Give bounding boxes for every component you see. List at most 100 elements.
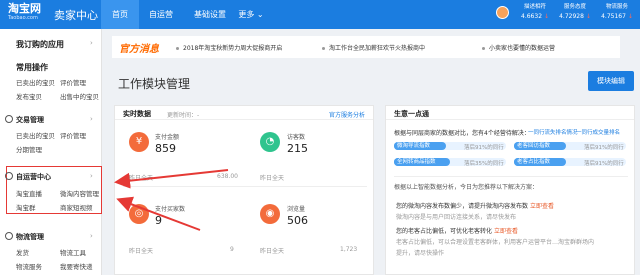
metric-value[interactable]: 859 bbox=[155, 142, 176, 155]
stat-desc-match[interactable]: 描述相符 4.6632 ↓ bbox=[517, 3, 553, 21]
metric-label: 支付买家数 bbox=[155, 206, 186, 213]
logistics-icon bbox=[5, 232, 13, 240]
edit-modules-button[interactable]: 模块编辑 bbox=[588, 71, 634, 91]
notice-label: 官方消息 bbox=[119, 44, 159, 55]
metric-foot-value: 1,723 bbox=[340, 246, 358, 253]
self-ops-title[interactable]: 自运营中心 bbox=[16, 172, 51, 182]
chevron-right-icon[interactable]: › bbox=[90, 39, 93, 47]
sidebar-link-express[interactable]: 我要寄快递 bbox=[60, 261, 93, 271]
sidebar-link-live[interactable]: 淘宝直播 bbox=[16, 188, 42, 198]
top-navbar: 淘宝网 Taobao.com 卖家中心 首页 自运营 基础设置 更多 ⌄ 描述相… bbox=[0, 0, 640, 29]
advice-item: 您的老客占比偏低，可优化老客转化 立即查看 bbox=[396, 228, 518, 235]
metric-foot-label: 昨日全天 bbox=[129, 248, 154, 255]
metric-foot-value: 9 bbox=[230, 246, 234, 253]
pageviews-icon: ◉ bbox=[260, 204, 280, 224]
view-now-link[interactable]: 立即查看 bbox=[494, 228, 518, 235]
sidebar-link-trade-reviews[interactable]: 评价管理 bbox=[60, 130, 86, 140]
realtime-title: 实时数据 bbox=[123, 110, 151, 118]
stat-value: 4.6632 bbox=[521, 13, 543, 20]
shengyi-card: 生意一点通 根据与同层商家的数据对比，您有4个经营待解决： 一同行流失排名情况 … bbox=[385, 105, 635, 275]
main-content: 官方消息 2018年淘宝秋新势力周大促报商开启 淘工作台全民加薪狂欢节火热报商中… bbox=[102, 29, 640, 275]
news-item[interactable]: 小卖家也要懂的数据运营 bbox=[482, 43, 555, 52]
metric-label: 访客数 bbox=[287, 134, 306, 141]
sidebar-link-short-video[interactable]: 商家短视频 bbox=[60, 202, 93, 212]
stat-value: 4.72928 bbox=[559, 13, 584, 20]
stat-service[interactable]: 服务态度 4.72928 ↓ bbox=[557, 3, 593, 21]
chevron-right-icon[interactable]: › bbox=[90, 232, 93, 240]
avatar[interactable] bbox=[496, 6, 509, 19]
pill-label[interactable]: 老客占比指数 bbox=[514, 158, 566, 166]
seller-center-title: 卖家中心 bbox=[54, 9, 98, 22]
metric-value[interactable]: 506 bbox=[287, 214, 308, 227]
smart-recommend: 根据以上智能数据分析，今日为您推荐以下解决方案： bbox=[394, 184, 539, 191]
nav-more[interactable]: 更多 ⌄ bbox=[236, 0, 266, 29]
pill-label[interactable]: 全网转商品指数 bbox=[394, 158, 446, 166]
pill-note: 落后91%的同行 bbox=[464, 145, 504, 151]
metric-foot-label: 昨日全天 bbox=[260, 175, 285, 182]
pill-label[interactable]: 微淘导流指数 bbox=[394, 142, 446, 150]
sidebar-link-installment[interactable]: 分期管理 bbox=[16, 144, 42, 154]
chevron-right-icon[interactable]: › bbox=[90, 172, 93, 180]
advice-detail: 老客占比偏低，可以合理设置老客群体，利用客户运营平台…淘宝群群场内 bbox=[396, 239, 595, 246]
nav-basic-settings[interactable]: 基础设置 bbox=[184, 0, 236, 29]
common-ops-title: 常用操作 bbox=[16, 63, 48, 72]
view-now-link[interactable]: 立即查看 bbox=[530, 203, 554, 210]
news-item[interactable]: 淘工作台全民加薪狂欢节火热报商中 bbox=[322, 43, 425, 52]
stat-label: 描述相符 bbox=[523, 4, 546, 10]
visitors-icon: ◔ bbox=[260, 132, 280, 152]
page-title: 工作模块管理 bbox=[118, 77, 191, 91]
logo-domain: Taobao.com bbox=[8, 15, 38, 21]
self-ops-icon bbox=[5, 172, 13, 180]
realtime-data-card: 实时数据 更新时间：- 官方服务分析 ¥ 支付金额 859 昨日全天 638.0… bbox=[114, 105, 374, 275]
sidebar-link-sold[interactable]: 已卖出的宝贝 bbox=[16, 77, 55, 87]
metric-label: 支付金额 bbox=[155, 134, 180, 141]
advice-detail: 提升，请尽快操作 bbox=[396, 250, 445, 257]
nav-self-ops[interactable]: 自运营 bbox=[143, 0, 179, 29]
pill-label[interactable]: 老客回访指数 bbox=[514, 142, 566, 150]
sidebar-link-trade-sold[interactable]: 已卖出的宝贝 bbox=[16, 130, 55, 140]
news-item[interactable]: 2018年淘宝秋新势力周大促报商开启 bbox=[176, 43, 282, 52]
sidebar-link-reviews[interactable]: 评价管理 bbox=[60, 77, 86, 87]
shengyi-desc: 根据与同层商家的数据对比，您有4个经营待解决： bbox=[394, 130, 530, 137]
stat-logistics[interactable]: 物流服务 4.75167 ↓ bbox=[597, 3, 637, 21]
advice-detail: 微淘内容是与用户回访连接关系，请尽快发布 bbox=[396, 214, 517, 221]
metric-label: 浏览量 bbox=[287, 206, 306, 213]
sidebar-link-group[interactable]: 淘宝群 bbox=[16, 202, 36, 212]
logistics-title[interactable]: 物流管理 bbox=[16, 232, 44, 242]
advice-item: 您的微淘内容发布数偏少，请提升微淘内容发布数 立即查看 bbox=[396, 203, 554, 210]
trade-icon bbox=[5, 115, 13, 123]
update-time: 更新时间：- bbox=[167, 112, 200, 119]
chevron-right-icon[interactable]: › bbox=[90, 115, 93, 123]
trend-down-icon: ↓ bbox=[627, 13, 633, 20]
sidebar-link-logistics-service[interactable]: 物流服务 bbox=[16, 261, 42, 271]
taobao-logo[interactable]: 淘宝网 Taobao.com bbox=[8, 3, 50, 21]
trade-title[interactable]: 交易管理 bbox=[16, 115, 44, 125]
metric-value[interactable]: 215 bbox=[287, 142, 308, 155]
stat-label: 物流服务 bbox=[605, 4, 628, 10]
logo-main: 淘宝网 bbox=[8, 2, 41, 15]
trend-down-icon: ↓ bbox=[543, 13, 549, 20]
metric-foot-label: 昨日全天 bbox=[129, 175, 154, 182]
sidebar-link-weitao[interactable]: 微淘内容管理 bbox=[60, 188, 99, 198]
rank-link[interactable]: 一同行流失排名情况 bbox=[528, 128, 578, 136]
metric-foot-value: 638.00 bbox=[217, 173, 238, 180]
stat-value: 4.75167 bbox=[601, 13, 626, 20]
rank-link[interactable]: 一同行成交量排名 bbox=[576, 128, 620, 136]
payment-icon: ¥ bbox=[129, 132, 149, 152]
pill-note: 落后91%的同行 bbox=[584, 161, 624, 167]
sidebar-link-ship[interactable]: 发货 bbox=[16, 247, 29, 257]
sidebar-link-publish[interactable]: 发布宝贝 bbox=[16, 91, 42, 101]
nav-home[interactable]: 首页 bbox=[101, 0, 139, 29]
my-apps-title[interactable]: 我订购的应用 bbox=[16, 39, 64, 50]
shengyi-title: 生意一点通 bbox=[394, 110, 429, 118]
pill-note: 落后35%的同行 bbox=[464, 161, 504, 167]
sidebar: 我订购的应用 › 常用操作 已卖出的宝贝 评价管理 发布宝贝 出售中的宝贝 交易… bbox=[0, 29, 102, 275]
notice-bar: 官方消息 2018年淘宝秋新势力周大促报商开启 淘工作台全民加薪狂欢节火热报商中… bbox=[112, 36, 620, 58]
stat-label: 服务态度 bbox=[563, 4, 586, 10]
sidebar-link-logistics-tools[interactable]: 物流工具 bbox=[60, 247, 86, 257]
metric-value[interactable]: 9 bbox=[155, 214, 162, 227]
sidebar-link-on-sale[interactable]: 出售中的宝贝 bbox=[60, 91, 99, 101]
official-analysis-link[interactable]: 官方服务分析 bbox=[329, 110, 365, 119]
metric-foot-label: 昨日全天 bbox=[260, 248, 285, 255]
buyers-icon: ◎ bbox=[129, 204, 149, 224]
